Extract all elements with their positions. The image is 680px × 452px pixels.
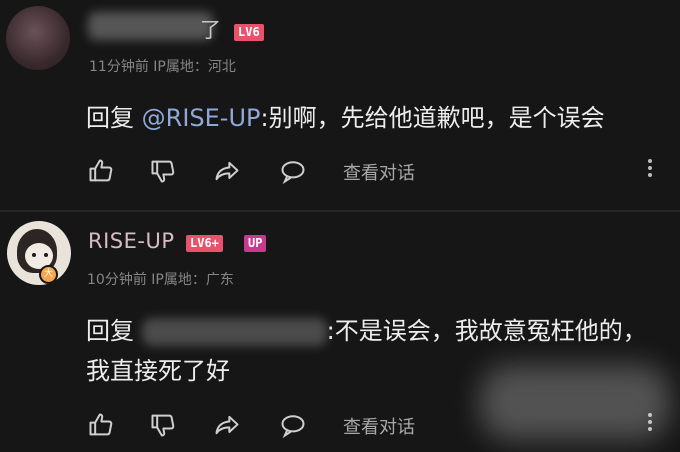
share-button[interactable] [210, 405, 244, 445]
thumb-up-icon [89, 159, 113, 182]
comment-text[interactable]: 回复 @RISE-UP:别啊，先给他道歉吧，是个误会 [86, 98, 605, 138]
thumb-down-icon [151, 160, 175, 183]
comment-icon [281, 161, 305, 185]
blurred-mention [141, 318, 327, 346]
more-options-button[interactable] [640, 151, 660, 191]
level-badge: LV6 [234, 24, 264, 41]
comment-divider [0, 210, 680, 212]
like-button[interactable] [84, 151, 118, 191]
reply-prefix: 回复 [86, 317, 142, 345]
like-button[interactable] [84, 405, 118, 445]
blurred-username [88, 12, 213, 40]
dislike-button[interactable] [146, 151, 180, 191]
verified-badge: 大 [39, 265, 58, 284]
reply-body: :别啊，先给他道歉吧，是个误会 [260, 104, 605, 132]
reply-button[interactable] [276, 405, 310, 445]
dislike-button[interactable] [146, 405, 180, 445]
comment-meta: 10分钟前 IP属地：广东 [87, 272, 234, 288]
username-suffix[interactable]: 了 [200, 14, 221, 44]
view-conversation-link[interactable]: 查看对话 [343, 413, 415, 439]
up-badge: UP [244, 235, 267, 252]
share-button[interactable] [210, 151, 244, 191]
view-conversation-link[interactable]: 查看对话 [343, 159, 415, 185]
comment-meta: 11分钟前 IP属地：河北 [89, 59, 236, 75]
reply-button[interactable] [276, 151, 310, 191]
avatar[interactable] [6, 6, 70, 70]
comment-actions: 查看对话 [0, 151, 680, 191]
share-icon [215, 415, 239, 435]
comment-item: 了 LV6 11分钟前 IP属地：河北 回复 @RISE-UP:别啊，先给他道歉… [0, 0, 680, 210]
thumb-down-icon [151, 414, 175, 437]
username[interactable]: RISE-UP [88, 229, 175, 253]
comment-icon [281, 415, 305, 439]
reply-prefix: 回复 [86, 104, 142, 132]
thumb-up-icon [89, 413, 113, 436]
share-icon [215, 161, 239, 181]
level-badge: LV6+ [186, 235, 223, 252]
watermark [480, 365, 670, 440]
mention-link[interactable]: @RISE-UP [142, 104, 261, 132]
